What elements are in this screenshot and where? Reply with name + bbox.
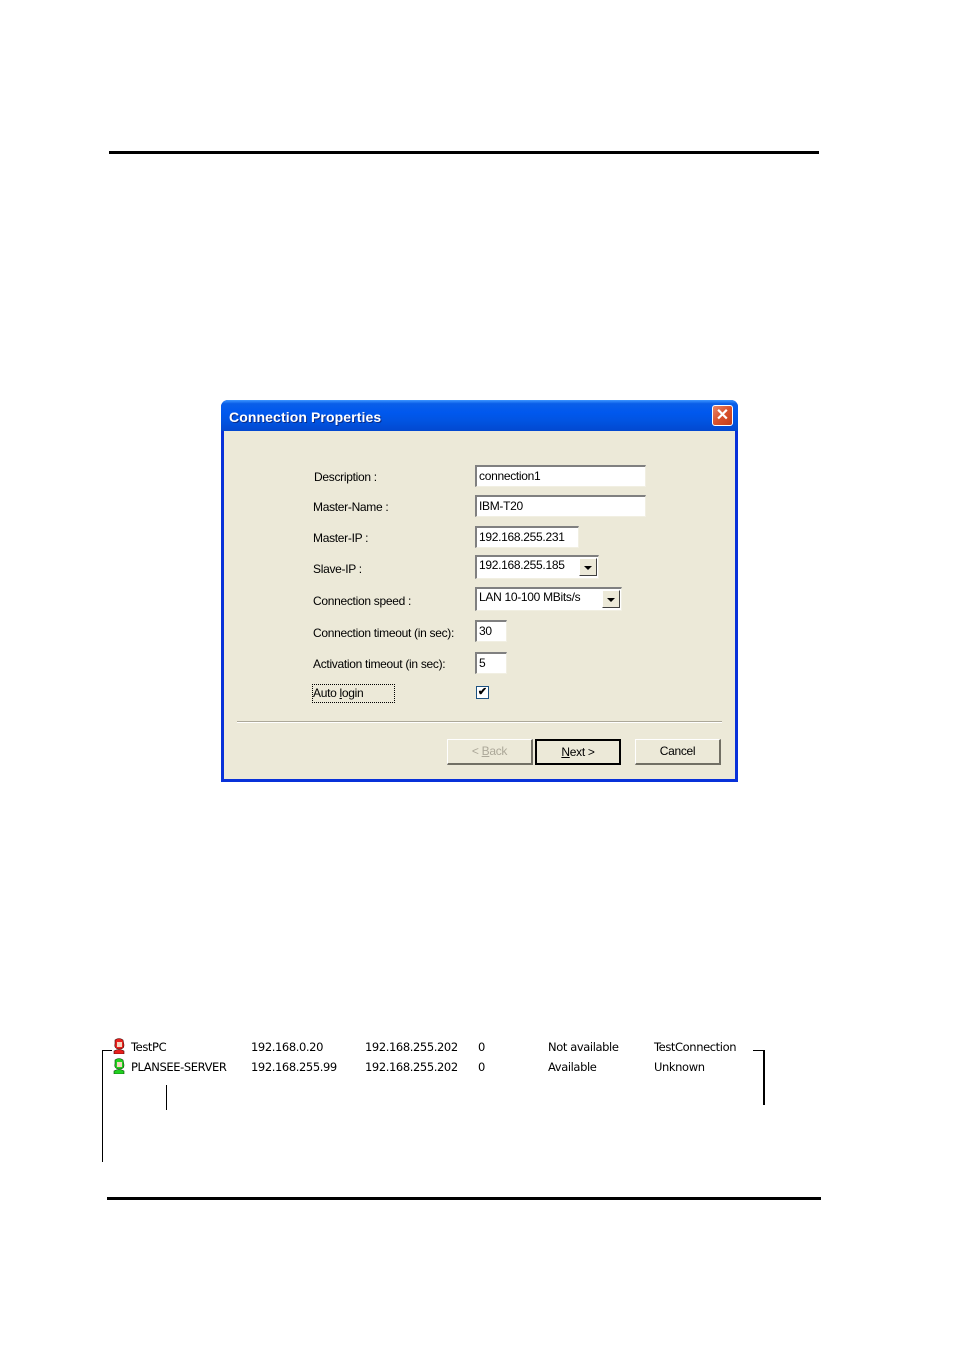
back-label-pre: < [471,744,482,758]
callout-line-name [166,1085,167,1110]
dialog-body: Description : connection1 Master-Name : … [224,431,735,779]
dialog-title: Connection Properties [229,409,382,425]
row-status: Available [548,1060,597,1074]
row-status: Not available [548,1040,619,1054]
button-separator [237,721,722,723]
row-remote-ip: 192.168.255.202 [365,1040,458,1054]
auto-login-label[interactable]: Auto login [313,686,364,700]
row-count: 0 [478,1040,485,1054]
user-icon-red [113,1038,125,1054]
connection-properties-dialog: Connection Properties ✕ Description : co… [221,400,738,782]
activation-timeout-label: Activation timeout (in sec): [313,657,446,671]
connection-timeout-label: Connection timeout (in sec): [313,626,455,640]
connection-speed-value: LAN 10-100 MBits/s [479,590,581,604]
auto-login-checkbox[interactable]: ✔ [476,686,489,699]
connection-speed-select[interactable]: LAN 10-100 MBits/s [475,587,622,611]
back-label-post: ack [489,744,508,758]
dialog-titlebar[interactable]: Connection Properties ✕ [221,400,738,431]
master-name-label: Master-Name : [313,500,389,514]
row-count: 0 [478,1060,485,1074]
row-name: PLANSEE-SERVER [131,1060,227,1074]
callout-line-icon-v [102,1050,103,1162]
chevron-down-icon[interactable] [602,590,620,608]
row-ip: 192.168.255.99 [251,1060,337,1074]
footer-rule [107,1197,821,1200]
slave-ip-value: 192.168.255.185 [479,558,565,572]
description-label: Description : [314,470,377,484]
master-name-input[interactable]: IBM-T20 [475,495,646,517]
callout-line-connection-v [763,1050,765,1105]
next-label-post: ext > [569,745,595,759]
connection-timeout-input[interactable]: 30 [475,620,507,642]
row-name: TestPC [131,1040,167,1054]
callout-line-icon-h [102,1050,112,1051]
close-button[interactable]: ✕ [712,405,733,426]
slave-ip-select[interactable]: 192.168.255.185 [475,555,599,579]
checkmark-icon: ✔ [477,686,488,698]
next-button[interactable]: Next > [535,739,621,765]
row-connection: Unknown [654,1060,705,1074]
chevron-down-icon[interactable] [579,558,597,576]
description-input[interactable]: connection1 [475,465,646,487]
master-ip-label: Master-IP : [313,531,369,545]
master-ip-input[interactable]: 192.168.255.231 [475,526,579,548]
row-connection: TestConnection [654,1040,737,1054]
connection-speed-label: Connection speed : [313,594,412,608]
row-ip: 192.168.0.20 [251,1040,324,1054]
cancel-button[interactable]: Cancel [635,739,721,765]
auto-login-label-post: ogin [341,686,364,700]
next-accel: N [561,745,570,759]
activation-timeout-input[interactable]: 5 [475,652,507,674]
back-button[interactable]: < Back [447,739,533,765]
header-rule [109,151,819,154]
close-icon: ✕ [715,406,730,424]
slave-ip-label: Slave-IP : [313,562,362,576]
auto-login-label-pre: Auto [313,686,340,700]
user-icon-green [113,1058,125,1074]
row-remote-ip: 192.168.255.202 [365,1060,458,1074]
